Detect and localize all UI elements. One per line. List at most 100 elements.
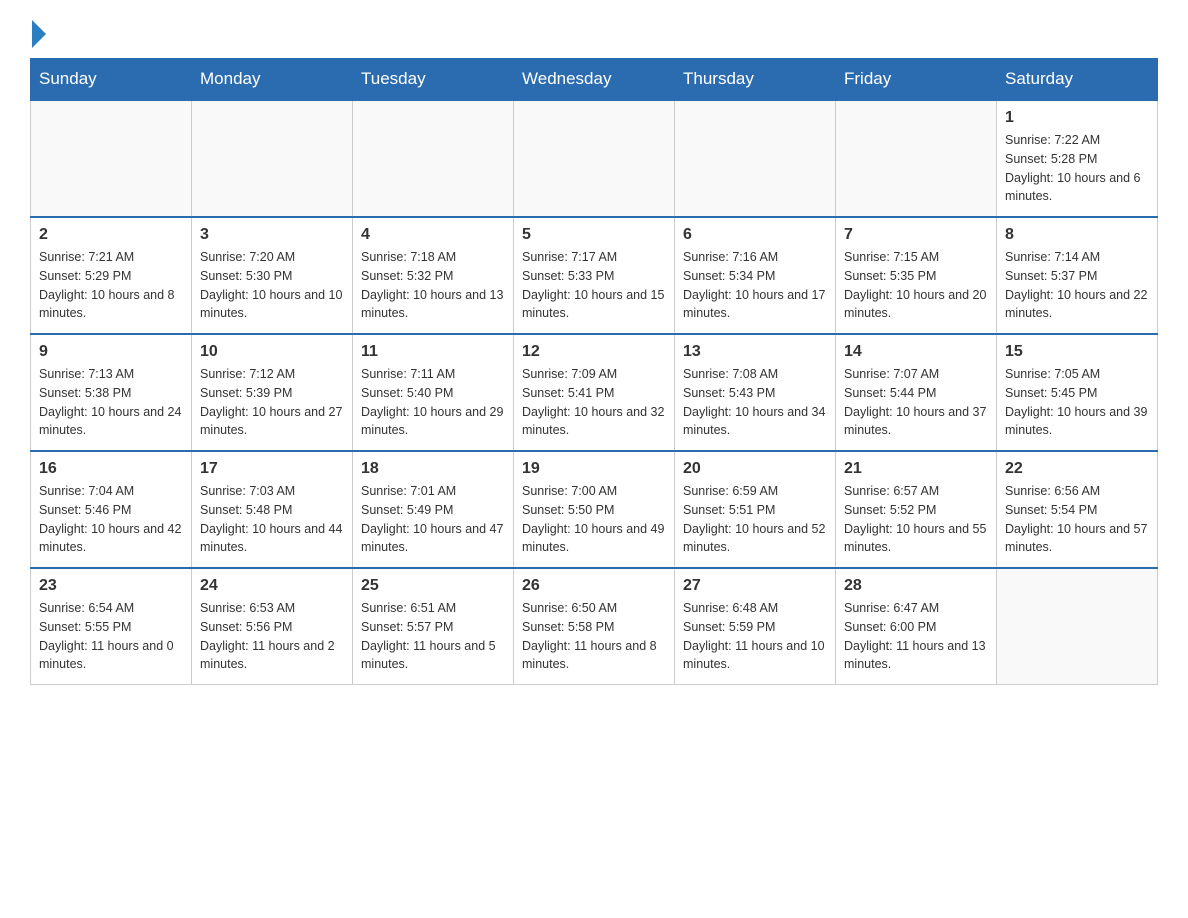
day-number: 20: [683, 460, 827, 478]
day-number: 5: [522, 226, 666, 244]
calendar-cell: 2 Sunrise: 7:21 AMSunset: 5:29 PMDaylight…: [31, 217, 192, 334]
calendar-week-row: 1 Sunrise: 7:22 AMSunset: 5:28 PMDaylight…: [31, 100, 1158, 217]
day-info: Sunrise: 6:48 AMSunset: 5:59 PMDaylight:…: [683, 599, 827, 674]
day-number: 9: [39, 343, 183, 361]
weekday-header-monday: Monday: [192, 59, 353, 101]
calendar-cell: 24 Sunrise: 6:53 AMSunset: 5:56 PMDayligh…: [192, 568, 353, 685]
calendar-week-row: 23 Sunrise: 6:54 AMSunset: 5:55 PMDayligh…: [31, 568, 1158, 685]
calendar-cell: 4 Sunrise: 7:18 AMSunset: 5:32 PMDaylight…: [353, 217, 514, 334]
logo-triangle-icon: [32, 20, 46, 48]
calendar-week-row: 9 Sunrise: 7:13 AMSunset: 5:38 PMDaylight…: [31, 334, 1158, 451]
day-number: 15: [1005, 343, 1149, 361]
day-number: 7: [844, 226, 988, 244]
calendar-cell: 26 Sunrise: 6:50 AMSunset: 5:58 PMDayligh…: [514, 568, 675, 685]
day-info: Sunrise: 7:13 AMSunset: 5:38 PMDaylight:…: [39, 365, 183, 440]
calendar-cell: 15 Sunrise: 7:05 AMSunset: 5:45 PMDayligh…: [997, 334, 1158, 451]
calendar-cell: 9 Sunrise: 7:13 AMSunset: 5:38 PMDaylight…: [31, 334, 192, 451]
calendar-cell: 14 Sunrise: 7:07 AMSunset: 5:44 PMDayligh…: [836, 334, 997, 451]
weekday-header-saturday: Saturday: [997, 59, 1158, 101]
weekday-header-thursday: Thursday: [675, 59, 836, 101]
day-info: Sunrise: 7:08 AMSunset: 5:43 PMDaylight:…: [683, 365, 827, 440]
calendar-cell: 20 Sunrise: 6:59 AMSunset: 5:51 PMDayligh…: [675, 451, 836, 568]
day-number: 17: [200, 460, 344, 478]
calendar-cell: [675, 100, 836, 217]
calendar-cell: 1 Sunrise: 7:22 AMSunset: 5:28 PMDaylight…: [997, 100, 1158, 217]
calendar-cell: [836, 100, 997, 217]
calendar-cell: 19 Sunrise: 7:00 AMSunset: 5:50 PMDayligh…: [514, 451, 675, 568]
day-number: 1: [1005, 109, 1149, 127]
calendar-cell: 7 Sunrise: 7:15 AMSunset: 5:35 PMDaylight…: [836, 217, 997, 334]
day-info: Sunrise: 6:57 AMSunset: 5:52 PMDaylight:…: [844, 482, 988, 557]
weekday-header-row: SundayMondayTuesdayWednesdayThursdayFrid…: [31, 59, 1158, 101]
calendar-week-row: 2 Sunrise: 7:21 AMSunset: 5:29 PMDaylight…: [31, 217, 1158, 334]
calendar-cell: 3 Sunrise: 7:20 AMSunset: 5:30 PMDaylight…: [192, 217, 353, 334]
day-number: 26: [522, 577, 666, 595]
day-info: Sunrise: 6:51 AMSunset: 5:57 PMDaylight:…: [361, 599, 505, 674]
calendar-cell: 8 Sunrise: 7:14 AMSunset: 5:37 PMDaylight…: [997, 217, 1158, 334]
day-number: 10: [200, 343, 344, 361]
day-info: Sunrise: 7:01 AMSunset: 5:49 PMDaylight:…: [361, 482, 505, 557]
calendar-week-row: 16 Sunrise: 7:04 AMSunset: 5:46 PMDayligh…: [31, 451, 1158, 568]
day-number: 8: [1005, 226, 1149, 244]
weekday-header-friday: Friday: [836, 59, 997, 101]
day-info: Sunrise: 7:16 AMSunset: 5:34 PMDaylight:…: [683, 248, 827, 323]
day-number: 2: [39, 226, 183, 244]
day-info: Sunrise: 7:05 AMSunset: 5:45 PMDaylight:…: [1005, 365, 1149, 440]
day-info: Sunrise: 7:04 AMSunset: 5:46 PMDaylight:…: [39, 482, 183, 557]
logo: [30, 20, 48, 48]
day-info: Sunrise: 7:07 AMSunset: 5:44 PMDaylight:…: [844, 365, 988, 440]
day-info: Sunrise: 7:12 AMSunset: 5:39 PMDaylight:…: [200, 365, 344, 440]
day-number: 24: [200, 577, 344, 595]
day-number: 14: [844, 343, 988, 361]
calendar-table: SundayMondayTuesdayWednesdayThursdayFrid…: [30, 58, 1158, 685]
day-info: Sunrise: 6:53 AMSunset: 5:56 PMDaylight:…: [200, 599, 344, 674]
calendar-cell: 18Sunrise: 7:01 AMSunset: 5:49 PMDayligh…: [353, 451, 514, 568]
day-info: Sunrise: 7:03 AMSunset: 5:48 PMDaylight:…: [200, 482, 344, 557]
day-number: 19: [522, 460, 666, 478]
day-number: 23: [39, 577, 183, 595]
calendar-cell: 23 Sunrise: 6:54 AMSunset: 5:55 PMDayligh…: [31, 568, 192, 685]
day-info: Sunrise: 6:50 AMSunset: 5:58 PMDaylight:…: [522, 599, 666, 674]
day-number: 11: [361, 343, 505, 361]
calendar-cell: [353, 100, 514, 217]
day-info: Sunrise: 7:18 AMSunset: 5:32 PMDaylight:…: [361, 248, 505, 323]
day-info: Sunrise: 7:14 AMSunset: 5:37 PMDaylight:…: [1005, 248, 1149, 323]
calendar-cell: 12 Sunrise: 7:09 AMSunset: 5:41 PMDayligh…: [514, 334, 675, 451]
day-info: Sunrise: 7:22 AMSunset: 5:28 PMDaylight:…: [1005, 131, 1149, 206]
calendar-cell: 21 Sunrise: 6:57 AMSunset: 5:52 PMDayligh…: [836, 451, 997, 568]
calendar-cell: [514, 100, 675, 217]
day-info: Sunrise: 6:47 AMSunset: 6:00 PMDaylight:…: [844, 599, 988, 674]
day-number: 22: [1005, 460, 1149, 478]
day-number: 6: [683, 226, 827, 244]
day-info: Sunrise: 7:21 AMSunset: 5:29 PMDaylight:…: [39, 248, 183, 323]
calendar-cell: 25 Sunrise: 6:51 AMSunset: 5:57 PMDayligh…: [353, 568, 514, 685]
day-number: 12: [522, 343, 666, 361]
calendar-cell: [997, 568, 1158, 685]
calendar-cell: 22 Sunrise: 6:56 AMSunset: 5:54 PMDayligh…: [997, 451, 1158, 568]
day-info: Sunrise: 7:15 AMSunset: 5:35 PMDaylight:…: [844, 248, 988, 323]
calendar-cell: 6 Sunrise: 7:16 AMSunset: 5:34 PMDaylight…: [675, 217, 836, 334]
weekday-header-tuesday: Tuesday: [353, 59, 514, 101]
calendar-cell: 13 Sunrise: 7:08 AMSunset: 5:43 PMDayligh…: [675, 334, 836, 451]
day-info: Sunrise: 7:17 AMSunset: 5:33 PMDaylight:…: [522, 248, 666, 323]
day-number: 4: [361, 226, 505, 244]
day-info: Sunrise: 7:20 AMSunset: 5:30 PMDaylight:…: [200, 248, 344, 323]
calendar-cell: [31, 100, 192, 217]
day-info: Sunrise: 7:00 AMSunset: 5:50 PMDaylight:…: [522, 482, 666, 557]
calendar-cell: 28 Sunrise: 6:47 AMSunset: 6:00 PMDayligh…: [836, 568, 997, 685]
day-number: 27: [683, 577, 827, 595]
page-header: [30, 20, 1158, 48]
weekday-header-sunday: Sunday: [31, 59, 192, 101]
day-number: 3: [200, 226, 344, 244]
calendar-cell: [192, 100, 353, 217]
day-number: 28: [844, 577, 988, 595]
day-number: 16: [39, 460, 183, 478]
day-number: 13: [683, 343, 827, 361]
day-info: Sunrise: 6:56 AMSunset: 5:54 PMDaylight:…: [1005, 482, 1149, 557]
day-info: Sunrise: 7:09 AMSunset: 5:41 PMDaylight:…: [522, 365, 666, 440]
day-number: 25: [361, 577, 505, 595]
day-info: Sunrise: 6:54 AMSunset: 5:55 PMDaylight:…: [39, 599, 183, 674]
calendar-cell: 10 Sunrise: 7:12 AMSunset: 5:39 PMDayligh…: [192, 334, 353, 451]
day-info: Sunrise: 6:59 AMSunset: 5:51 PMDaylight:…: [683, 482, 827, 557]
day-number: 21: [844, 460, 988, 478]
